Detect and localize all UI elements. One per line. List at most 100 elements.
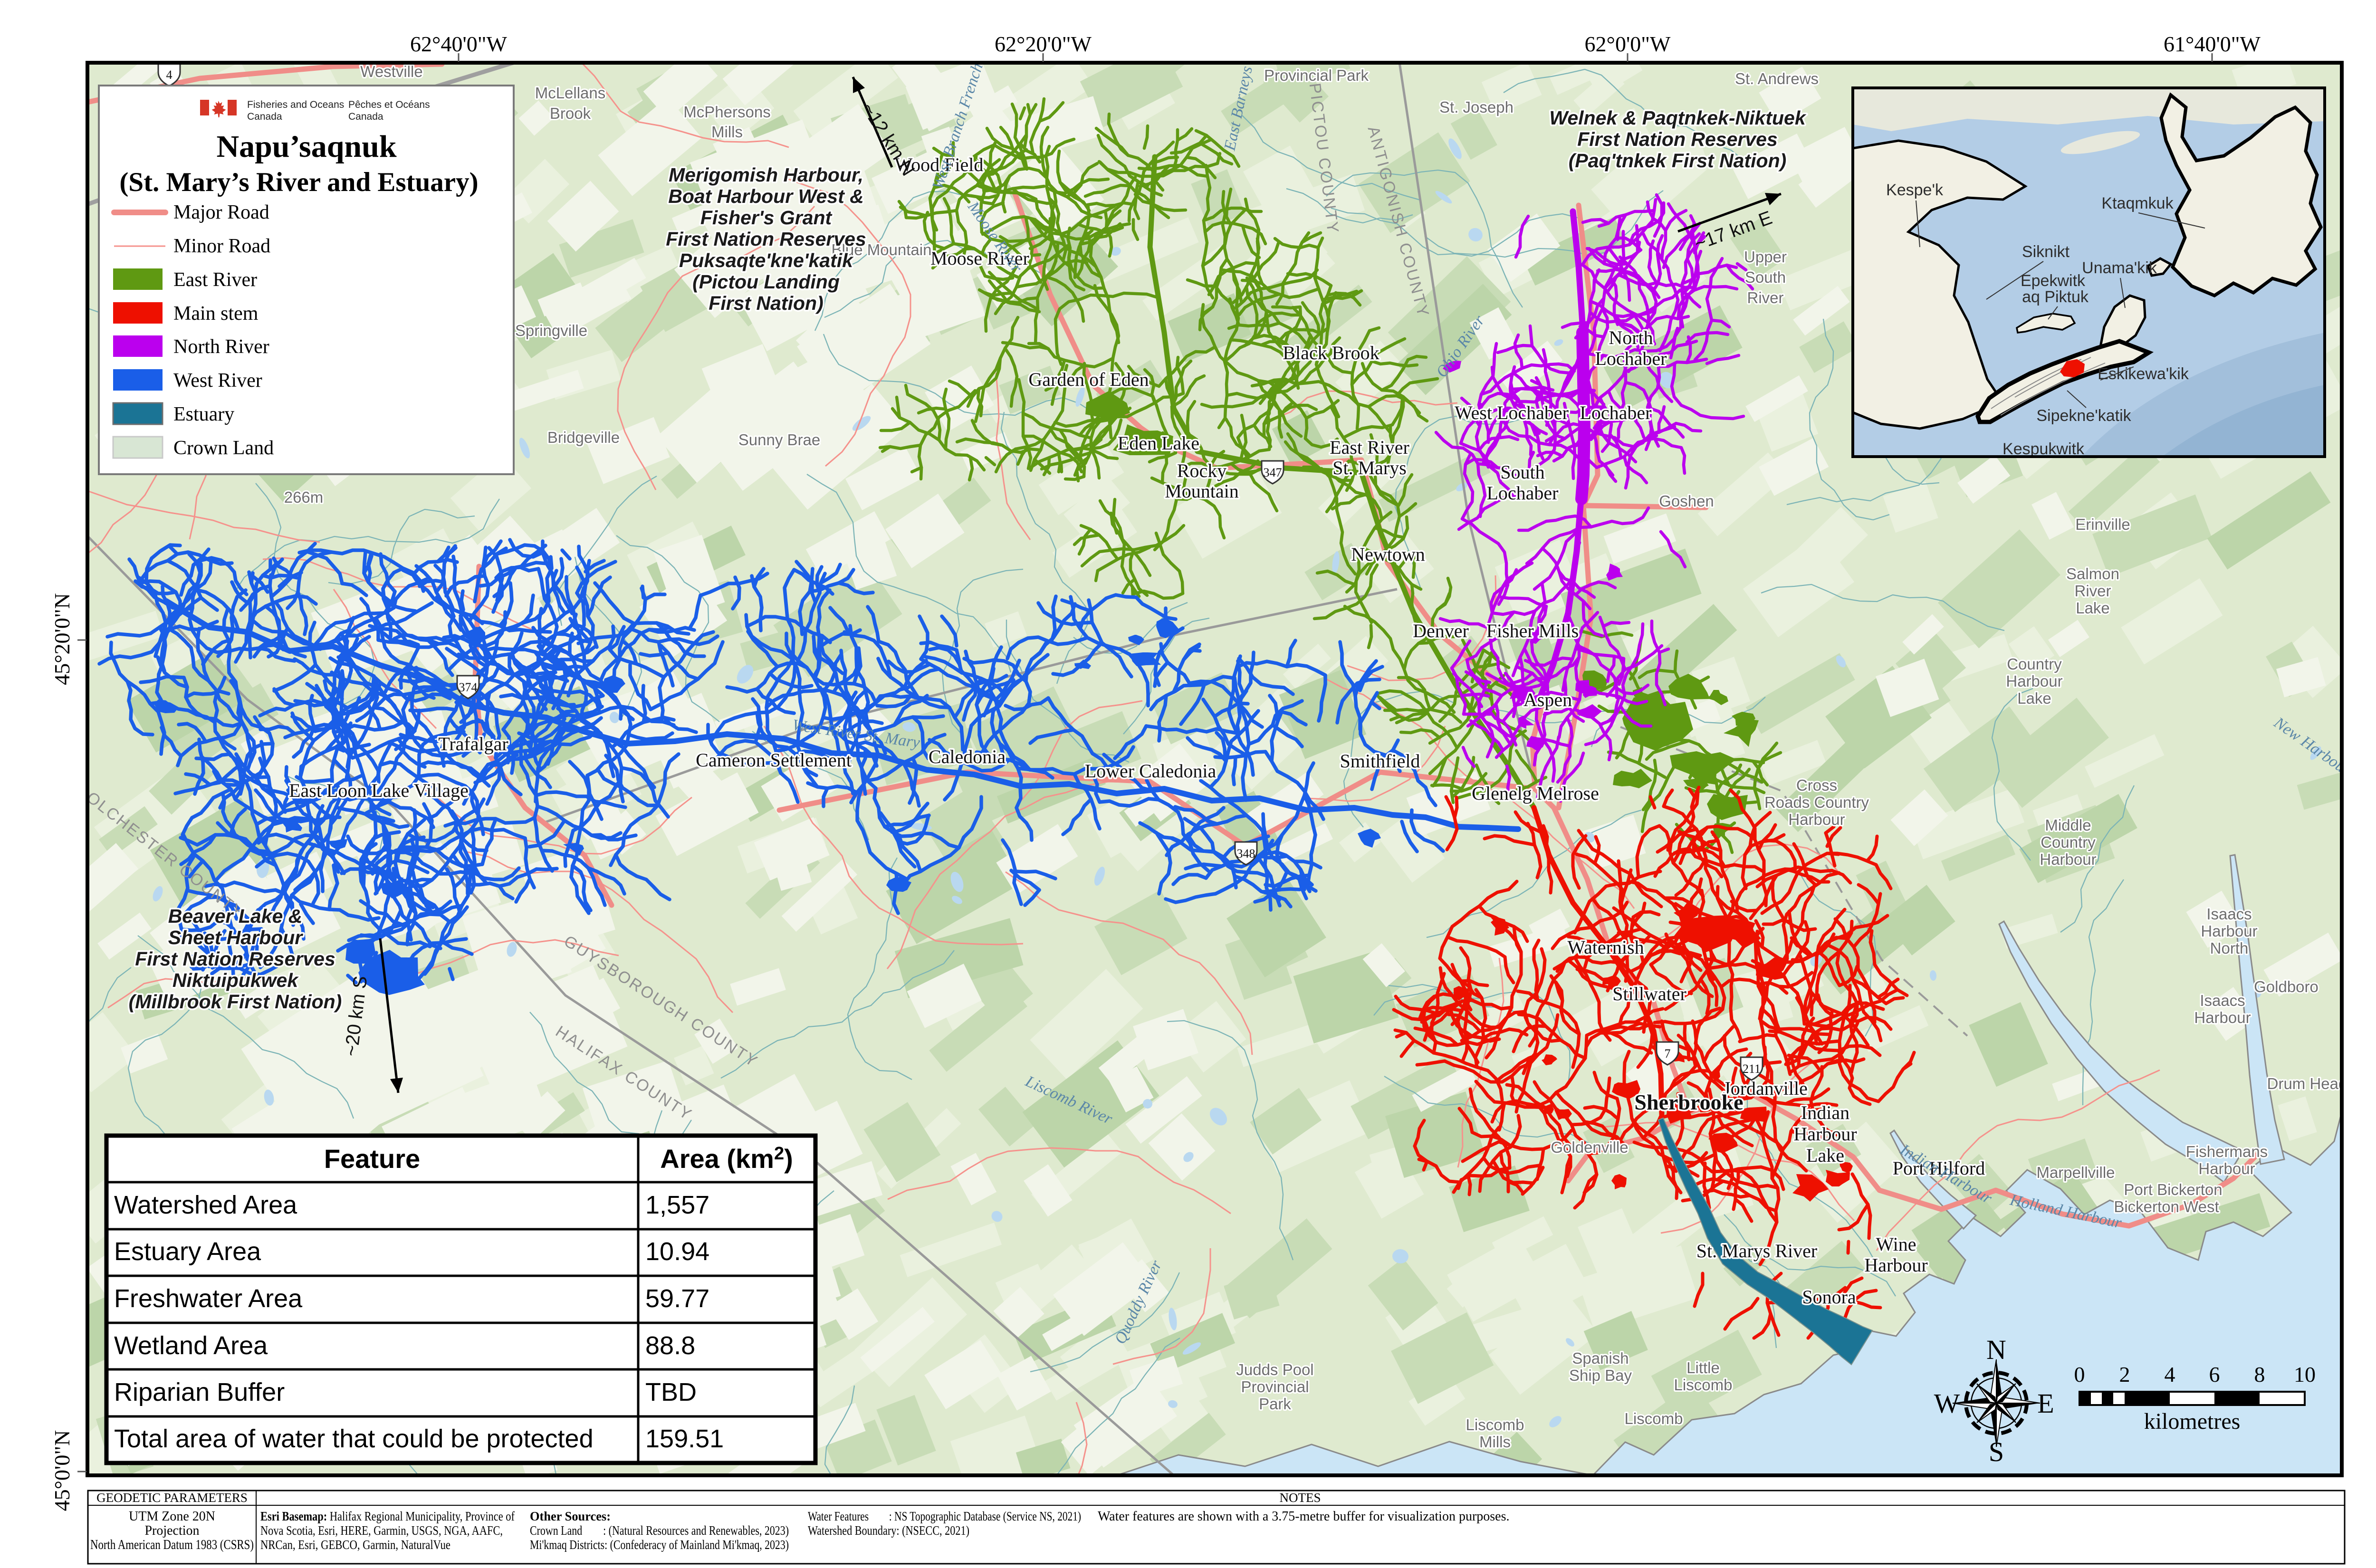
svg-text:Cameron Settlement: Cameron Settlement <box>696 749 852 771</box>
svg-text:Wine: Wine <box>1876 1233 1916 1255</box>
svg-text:Aspen: Aspen <box>1523 689 1572 710</box>
svg-text:Smithfield: Smithfield <box>1340 750 1420 772</box>
svg-text:Lochaber: Lochaber <box>1595 348 1667 369</box>
svg-text:Unama'kik: Unama'kik <box>2082 259 2157 277</box>
svg-text:Napu’saqnuk: Napu’saqnuk <box>216 129 396 164</box>
svg-text:First Nation Reserves: First Nation Reserves <box>666 228 866 250</box>
svg-text:61°40'0"W: 61°40'0"W <box>2164 32 2261 56</box>
svg-text:Eskikewa'kik: Eskikewa'kik <box>2098 365 2189 383</box>
svg-text:62°0'0"W: 62°0'0"W <box>1585 32 1671 56</box>
svg-text:Marpellville: Marpellville <box>2036 1164 2115 1181</box>
svg-text:Spanish: Spanish <box>1572 1349 1629 1367</box>
svg-text:TBD: TBD <box>645 1378 697 1406</box>
svg-text:Minor Road: Minor Road <box>173 235 270 257</box>
svg-text:Newtown: Newtown <box>1351 544 1425 565</box>
svg-text:South: South <box>1745 268 1786 286</box>
svg-text:Glenelg Melrose: Glenelg Melrose <box>1472 783 1599 804</box>
svg-text:NOTES: NOTES <box>1280 1491 1321 1505</box>
svg-text:Salmon: Salmon <box>2066 565 2119 583</box>
svg-text:Rocky: Rocky <box>1177 460 1226 481</box>
svg-text:West River: West River <box>173 370 262 392</box>
svg-text:West Lochaber: West Lochaber <box>1455 402 1569 423</box>
svg-text:McPhersons: McPhersons <box>683 103 770 121</box>
svg-text:347: 347 <box>1264 466 1282 479</box>
svg-text:Liscomb: Liscomb <box>1674 1376 1733 1394</box>
svg-text:North: North <box>2210 939 2249 957</box>
svg-text:East River: East River <box>173 269 257 291</box>
svg-text:Stillwater: Stillwater <box>1612 983 1686 1004</box>
svg-text:Erinville: Erinville <box>2075 516 2130 533</box>
svg-text:Provincial Park: Provincial Park <box>1264 67 1369 84</box>
svg-text:W: W <box>1934 1388 1960 1419</box>
svg-text:Lochaber: Lochaber <box>1580 402 1651 423</box>
svg-text:159.51: 159.51 <box>645 1425 724 1453</box>
svg-text:Lower Caledonia: Lower Caledonia <box>1085 760 1217 782</box>
svg-text:4: 4 <box>166 68 172 82</box>
svg-text:Sheet Harbour: Sheet Harbour <box>168 927 304 948</box>
svg-text:1,557: 1,557 <box>645 1191 709 1219</box>
svg-text:Sonora: Sonora <box>1802 1286 1856 1308</box>
svg-text:Denver: Denver <box>1413 620 1469 641</box>
svg-text:Pêches et Océans: Pêches et Océans <box>348 99 430 110</box>
svg-text:Sunny Brae: Sunny Brae <box>738 431 820 449</box>
svg-text:(Millbrook First Nation): (Millbrook First Nation) <box>129 991 342 1013</box>
svg-text:Country: Country <box>2041 833 2096 851</box>
svg-text:Fishermans: Fishermans <box>2186 1143 2268 1160</box>
svg-text:First Nation Reserves: First Nation Reserves <box>1577 128 1778 150</box>
svg-text:St. Andrews: St. Andrews <box>1735 70 1819 87</box>
svg-text:GEODETIC PARAMETERS: GEODETIC PARAMETERS <box>96 1491 248 1505</box>
svg-text:Crown Land : (Natural R: Crown Land : (Natural Resources and Rene… <box>530 1523 789 1538</box>
svg-text:Isaacs: Isaacs <box>2206 905 2251 923</box>
svg-text:Harbour: Harbour <box>2194 1009 2251 1026</box>
svg-text:Port Bickerton: Port Bickerton <box>2124 1181 2222 1198</box>
svg-text:Westville: Westville <box>360 63 422 80</box>
svg-text:North American Datum 1983 (CSR: North American Datum 1983 (CSRS) <box>90 1538 254 1552</box>
svg-text:Boat Harbour West &: Boat Harbour West & <box>668 185 864 207</box>
svg-text:Goshen: Goshen <box>1659 492 1714 510</box>
svg-text:Indian: Indian <box>1801 1102 1849 1123</box>
svg-text:St. Joseph: St. Joseph <box>1439 98 1514 116</box>
svg-text:Lochaber: Lochaber <box>1486 482 1558 504</box>
svg-text:Mountain: Mountain <box>1165 480 1239 502</box>
svg-text:6: 6 <box>2209 1362 2220 1386</box>
svg-text:374: 374 <box>459 680 478 694</box>
svg-text:Water Features : NS Top: Water Features : NS Topographic Database… <box>808 1509 1081 1523</box>
svg-text:kilometres: kilometres <box>2144 1409 2241 1434</box>
svg-text:Garden of Eden: Garden of Eden <box>1028 369 1149 390</box>
svg-text:Isaacs: Isaacs <box>2200 992 2245 1009</box>
svg-text:7: 7 <box>1665 1047 1671 1061</box>
svg-text:(Paq'tnkek First Nation): (Paq'tnkek First Nation) <box>1569 150 1787 172</box>
svg-text:Cross: Cross <box>1796 776 1837 794</box>
svg-text:Ktaqmkuk: Ktaqmkuk <box>2101 194 2174 212</box>
svg-text:Nova Scotia, Esri, HERE, Garmi: Nova Scotia, Esri, HERE, Garmin, USGS, N… <box>260 1523 503 1538</box>
svg-text:348: 348 <box>1237 847 1255 860</box>
svg-text:Wetland Area: Wetland Area <box>114 1331 268 1360</box>
svg-text:Mills: Mills <box>711 123 743 141</box>
svg-text:Estuary: Estuary <box>173 403 234 425</box>
svg-text:S: S <box>1989 1436 2004 1467</box>
svg-text:Epekwitk: Epekwitk <box>2021 272 2086 290</box>
svg-text:East River: East River <box>1330 437 1409 458</box>
svg-text:North River: North River <box>173 336 269 358</box>
svg-text:Freshwater Area: Freshwater Area <box>114 1284 303 1313</box>
svg-text:Total area of water that could: Total area of water that could be protec… <box>114 1425 594 1453</box>
svg-text:Major Road: Major Road <box>173 201 269 223</box>
svg-text:River: River <box>2074 582 2111 600</box>
svg-text:Estuary Area: Estuary Area <box>114 1237 261 1266</box>
svg-text:Riparian Buffer: Riparian Buffer <box>114 1378 285 1406</box>
svg-text:45°20'0"N: 45°20'0"N <box>50 593 74 685</box>
svg-text:Bridgeville: Bridgeville <box>547 429 620 446</box>
svg-text:Judds Pool: Judds Pool <box>1236 1361 1313 1378</box>
svg-text:Lake: Lake <box>1806 1145 1844 1166</box>
svg-text:NRCan, Esri, GEBCO, Garmin, Na: NRCan, Esri, GEBCO, Garmin, NaturalVue <box>260 1538 450 1552</box>
svg-text:Main stem: Main stem <box>173 303 259 325</box>
svg-text:Roads Country: Roads Country <box>1764 794 1869 811</box>
svg-text:(St. Mary’s River and Estuary): (St. Mary’s River and Estuary) <box>119 167 478 197</box>
svg-text:62°20'0"W: 62°20'0"W <box>995 32 1092 56</box>
svg-text:Goldboro: Goldboro <box>2254 978 2319 995</box>
svg-text:aq Piktuk: aq Piktuk <box>2022 288 2089 306</box>
svg-text:St. Marys River: St. Marys River <box>1696 1240 1817 1262</box>
svg-text:Siknikt: Siknikt <box>2022 243 2070 261</box>
svg-text:Harbour: Harbour <box>2006 672 2062 690</box>
svg-text:Harbour: Harbour <box>1793 1123 1857 1145</box>
